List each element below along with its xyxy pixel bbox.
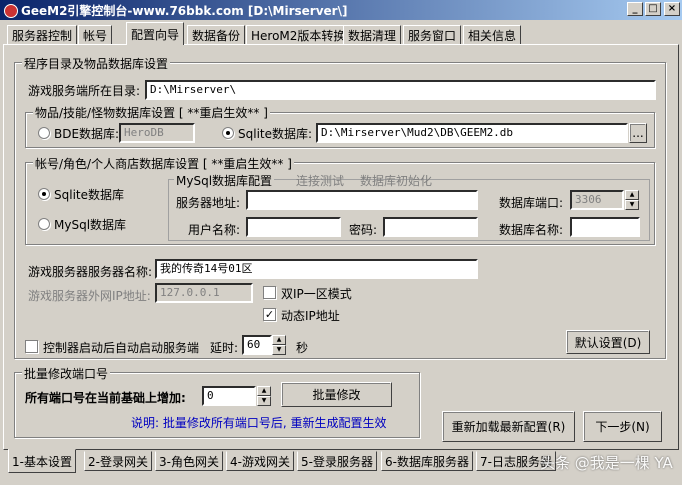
username-input[interactable] xyxy=(246,217,341,237)
tab-config-wizard[interactable]: 配置向导 xyxy=(126,22,185,45)
ext-ip-input[interactable]: 127.0.0.1 xyxy=(155,283,253,303)
ext-ip-label: 游戏服务器外网IP地址: xyxy=(28,289,151,303)
bde-input[interactable]: HeroDB xyxy=(119,123,195,143)
seconds-label: 秒 xyxy=(296,341,309,355)
test-connection-link[interactable]: 连接测试 xyxy=(296,172,344,189)
port-increase-input[interactable]: 0 xyxy=(202,386,256,406)
browse-button[interactable]: ... xyxy=(629,123,647,143)
autostart-checkbox[interactable] xyxy=(25,340,38,353)
game-server-name-label: 游戏服务器服务器名称: xyxy=(28,265,153,279)
server-dir-input[interactable]: D:\Mirserver\ xyxy=(145,80,656,100)
db-port-input[interactable]: 3306 xyxy=(570,190,624,210)
watermark: 头条 @我是一棵 YA xyxy=(540,454,673,472)
db-name-label: 数据库名称: xyxy=(499,223,564,237)
username-label: 用户名称: xyxy=(188,223,241,237)
title-bar: GeeM2引擎控制台-www.76bbk.com [D:\Mirserver\]… xyxy=(0,0,682,20)
dynamic-ip-label: 动态IP地址 xyxy=(281,309,340,323)
window-title: GeeM2引擎控制台-www.76bbk.com [D:\Mirserver\] xyxy=(21,3,348,18)
tab-server-control[interactable]: 服务器控制 xyxy=(7,25,78,45)
btab-role-gateway[interactable]: 3-角色网关 xyxy=(155,451,223,471)
tab-related-info[interactable]: 相关信息 xyxy=(463,25,522,45)
server-addr-input[interactable] xyxy=(246,190,478,210)
delay-input[interactable]: 60 xyxy=(242,335,272,355)
tab-data-backup[interactable]: 数据备份 xyxy=(187,25,246,45)
reload-config-button[interactable]: 重新加载最新配置(R) xyxy=(442,411,575,442)
tab-account[interactable]: 帐号 xyxy=(78,25,113,45)
maximize-button[interactable]: □ xyxy=(645,2,661,16)
bde-radio[interactable] xyxy=(38,127,50,139)
dual-ip-checkbox[interactable] xyxy=(263,286,276,299)
tab-herom2-convert[interactable]: HeroM2版本转换 xyxy=(246,25,351,45)
password-input[interactable] xyxy=(383,217,478,237)
sqlite-label: Sqlite数据库: xyxy=(238,127,313,141)
init-db-link[interactable]: 数据库初始化 xyxy=(360,172,432,189)
close-button[interactable]: × xyxy=(664,2,680,16)
mysql-config-label: MySql数据库配置 xyxy=(174,172,275,189)
mysql-account-radio[interactable] xyxy=(38,218,50,230)
server-addr-label: 服务器地址: xyxy=(176,196,241,210)
tab-service-window[interactable]: 服务窗口 xyxy=(403,25,462,45)
btab-login-gateway[interactable]: 2-登录网关 xyxy=(84,451,152,471)
server-dir-label: 游戏服务端所在目录: xyxy=(28,84,141,98)
game-server-name-input[interactable]: 我的传奇14号01区 xyxy=(155,259,478,279)
db-port-spinner[interactable]: ▲ ▼ xyxy=(625,190,639,210)
port-increase-spinner[interactable]: ▲ ▼ xyxy=(257,386,271,406)
config-group-title: 程序目录及物品数据库设置 xyxy=(22,55,171,72)
next-step-button[interactable]: 下一步(N) xyxy=(583,411,662,442)
sqlite-radio[interactable] xyxy=(222,127,234,139)
btab-db-server[interactable]: 6-数据库服务器 xyxy=(381,451,473,471)
password-label: 密码: xyxy=(349,223,378,237)
tab-data-cleanup[interactable]: 数据清理 xyxy=(343,25,402,45)
btab-game-gateway[interactable]: 4-游戏网关 xyxy=(226,451,294,471)
delay-spinner[interactable]: ▲ ▼ xyxy=(272,335,286,355)
delay-label: 延时: xyxy=(210,341,239,355)
minimize-button[interactable]: _ xyxy=(627,2,643,16)
dual-ip-label: 双IP一区模式 xyxy=(281,287,352,301)
ports-group-title: 批量修改端口号 xyxy=(22,365,111,382)
app-icon xyxy=(3,3,18,18)
ports-note: 说明: 批量修改所有端口号后, 重新生成配置生效 xyxy=(131,416,387,430)
default-settings-button[interactable]: 默认设置(D) xyxy=(566,330,650,354)
account-db-group-title: 帐号/角色/个人商店数据库设置 [ **重启生效** ] xyxy=(33,155,294,172)
sqlite-path-input[interactable]: D:\Mirserver\Mud2\DB\GEEM2.db xyxy=(316,123,628,143)
port-increase-label: 所有端口号在当前基础上增加: xyxy=(25,391,186,405)
items-db-group-title: 物品/技能/怪物数据库设置 [ **重启生效** ] xyxy=(33,104,270,121)
mysql-account-label: MySql数据库 xyxy=(54,218,127,232)
db-name-input[interactable] xyxy=(570,217,640,237)
dynamic-ip-checkbox[interactable]: ✓ xyxy=(263,308,276,321)
sqlite-account-label: Sqlite数据库 xyxy=(54,188,124,202)
autostart-label: 控制器启动后自动启动服务端 xyxy=(43,341,200,355)
bde-label: BDE数据库: xyxy=(54,127,120,141)
db-port-label: 数据库端口: xyxy=(499,196,564,210)
btab-basic-settings[interactable]: 1-基本设置 xyxy=(8,449,76,473)
sqlite-account-radio[interactable] xyxy=(38,188,50,200)
batch-modify-button[interactable]: 批量修改 xyxy=(281,382,392,407)
btab-login-server[interactable]: 5-登录服务器 xyxy=(297,451,377,471)
